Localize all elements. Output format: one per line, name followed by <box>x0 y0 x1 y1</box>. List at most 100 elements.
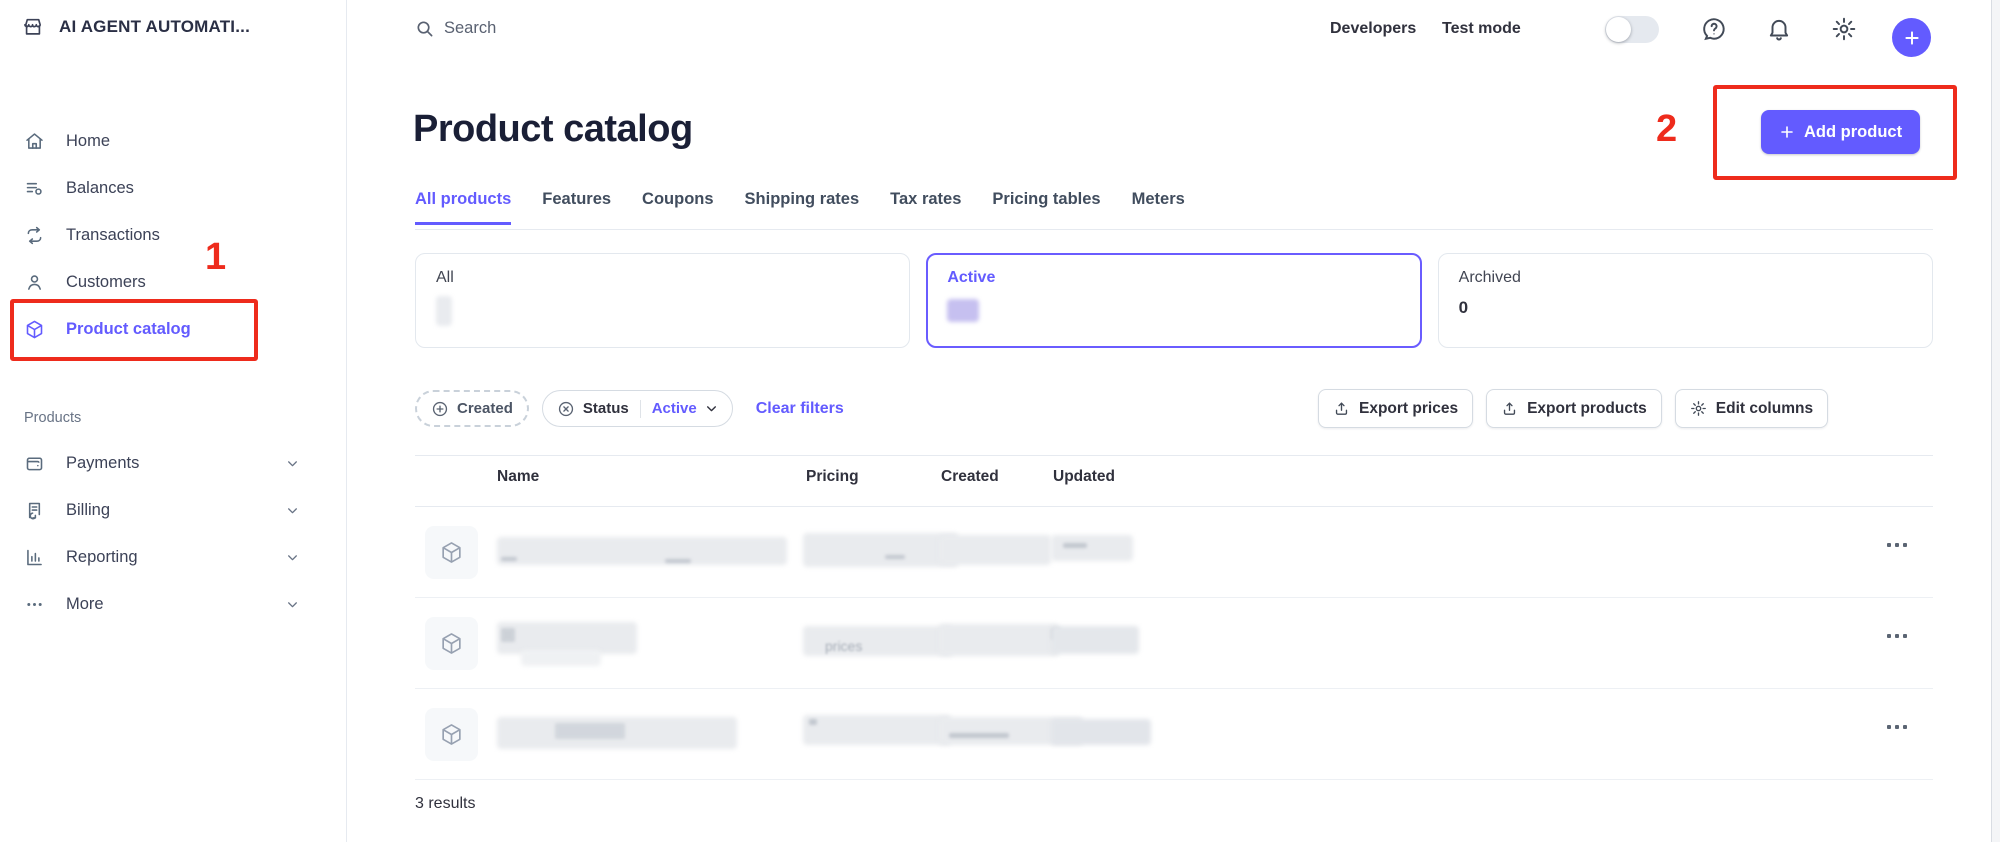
edit-columns-button[interactable]: Edit columns <box>1675 389 1828 428</box>
add-product-label: Add product <box>1804 123 1902 142</box>
export-products-label: Export products <box>1527 400 1647 418</box>
sidebar-item-customers[interactable]: Customers <box>0 259 347 306</box>
table-row[interactable] <box>415 689 1933 780</box>
redacted-updated <box>1051 719 1151 745</box>
sidebar-item-label: Reporting <box>66 548 138 567</box>
export-icon <box>1501 400 1518 417</box>
results-count: 3 results <box>415 795 475 813</box>
test-mode-label: Test mode <box>1442 20 1521 38</box>
table-row[interactable]: prices <box>415 598 1933 689</box>
wallet-icon <box>24 453 45 474</box>
chevron-down-icon <box>286 504 299 517</box>
tab-tax-rates[interactable]: Tax rates <box>890 190 961 225</box>
sidebar-item-home[interactable]: Home <box>0 118 347 165</box>
card-label: Archived <box>1459 269 1912 287</box>
help-icon[interactable] <box>1701 16 1727 42</box>
tab-shipping-rates[interactable]: Shipping rates <box>745 190 860 225</box>
developers-link[interactable]: Developers <box>1330 20 1416 38</box>
sidebar-item-transactions[interactable]: Transactions <box>0 212 347 259</box>
transactions-icon <box>24 225 45 246</box>
created-filter-label: Created <box>457 400 513 417</box>
sidebar-item-reporting[interactable]: Reporting <box>0 534 347 581</box>
customers-icon <box>24 272 45 293</box>
row-overflow-button[interactable] <box>1887 725 1907 729</box>
card-value: 0 <box>1459 298 1912 318</box>
sidebar-item-label: Payments <box>66 454 139 473</box>
status-filter-pill[interactable]: Status Active <box>542 390 733 427</box>
sidebar-item-payments[interactable]: Payments <box>0 440 347 487</box>
sidebar-item-label: Transactions <box>66 226 160 245</box>
plus-avatar-icon <box>1903 29 1921 47</box>
table-row[interactable] <box>415 507 1933 598</box>
tab-features[interactable]: Features <box>542 190 611 225</box>
column-header-created[interactable]: Created <box>941 468 999 486</box>
export-products-button[interactable]: Export products <box>1486 389 1662 428</box>
tab-coupons[interactable]: Coupons <box>642 190 714 225</box>
gear-icon[interactable] <box>1831 16 1857 42</box>
sidebar-item-label: Billing <box>66 501 110 520</box>
stripe-dashboard: AI AGENT AUTOMATI... Home Balances Trans… <box>0 0 2000 842</box>
gear-icon <box>1690 400 1707 417</box>
account-switcher[interactable]: AI AGENT AUTOMATI... <box>22 16 250 38</box>
redacted-created <box>939 624 1059 656</box>
sidebar-item-more[interactable]: More <box>0 581 347 628</box>
column-header-pricing[interactable]: Pricing <box>806 468 859 486</box>
created-filter-pill[interactable]: Created <box>415 390 529 427</box>
storefront-icon <box>22 16 44 38</box>
card-label: Active <box>947 269 1400 287</box>
cube-icon <box>425 617 478 670</box>
redacted-name <box>521 650 601 666</box>
test-mode-toggle[interactable] <box>1605 16 1659 43</box>
redacted-updated <box>1051 535 1133 561</box>
pill-divider <box>640 400 641 418</box>
search-input[interactable]: Search <box>415 19 496 38</box>
export-icon <box>1333 400 1350 417</box>
scrollbar[interactable] <box>1991 0 2000 842</box>
circle-x-icon[interactable] <box>557 400 575 418</box>
add-product-button[interactable]: Add product <box>1761 110 1920 154</box>
filter-card-all[interactable]: All <box>415 253 910 348</box>
filter-card-active[interactable]: Active <box>926 253 1421 348</box>
sidebar-item-product-catalog[interactable]: Product catalog <box>0 306 347 353</box>
tab-all-products[interactable]: All products <box>415 190 511 225</box>
toggle-knob <box>1606 17 1631 42</box>
sidebar-item-billing[interactable]: Billing <box>0 487 347 534</box>
sidebar-item-label: More <box>66 595 104 614</box>
account-name: AI AGENT AUTOMATI... <box>59 17 250 37</box>
table-top-divider <box>415 455 1933 456</box>
tab-meters[interactable]: Meters <box>1132 190 1185 225</box>
sidebar: AI AGENT AUTOMATI... Home Balances Trans… <box>0 0 347 842</box>
chevron-down-icon <box>286 457 299 470</box>
search-placeholder: Search <box>444 19 496 38</box>
filter-card-archived[interactable]: Archived 0 <box>1438 253 1933 348</box>
cube-icon <box>425 526 478 579</box>
create-menu-button[interactable] <box>1892 18 1931 57</box>
tab-pricing-tables[interactable]: Pricing tables <box>992 190 1100 225</box>
bell-icon[interactable] <box>1766 16 1792 42</box>
card-label: All <box>436 269 889 287</box>
search-icon <box>415 19 434 38</box>
row-overflow-button[interactable] <box>1887 634 1907 638</box>
page-title: Product catalog <box>413 108 693 151</box>
export-prices-button[interactable]: Export prices <box>1318 389 1473 428</box>
annotation-number-2: 2 <box>1656 108 1677 151</box>
balances-icon <box>24 178 45 199</box>
column-header-name[interactable]: Name <box>497 468 539 486</box>
cube-icon <box>425 708 478 761</box>
redacted-pricing <box>803 715 951 745</box>
row-overflow-button[interactable] <box>1887 543 1907 547</box>
bar-chart-icon <box>24 547 45 568</box>
chevron-down-icon <box>286 551 299 564</box>
sidebar-products-nav: Payments Billing Reporting <box>0 440 347 628</box>
plus-icon <box>1779 124 1795 140</box>
filter-bar: Created Status Active Clear filters <box>415 390 844 427</box>
sidebar-nav: Home Balances Transactions Customers <box>0 118 347 353</box>
home-icon <box>24 131 45 152</box>
redacted-created <box>939 535 1051 565</box>
column-header-updated[interactable]: Updated <box>1053 468 1115 486</box>
chevron-down-icon <box>705 402 718 415</box>
redacted-value <box>947 299 979 322</box>
sidebar-item-balances[interactable]: Balances <box>0 165 347 212</box>
clear-filters-link[interactable]: Clear filters <box>756 400 844 418</box>
summary-cards: All Active Archived 0 <box>415 253 1933 348</box>
